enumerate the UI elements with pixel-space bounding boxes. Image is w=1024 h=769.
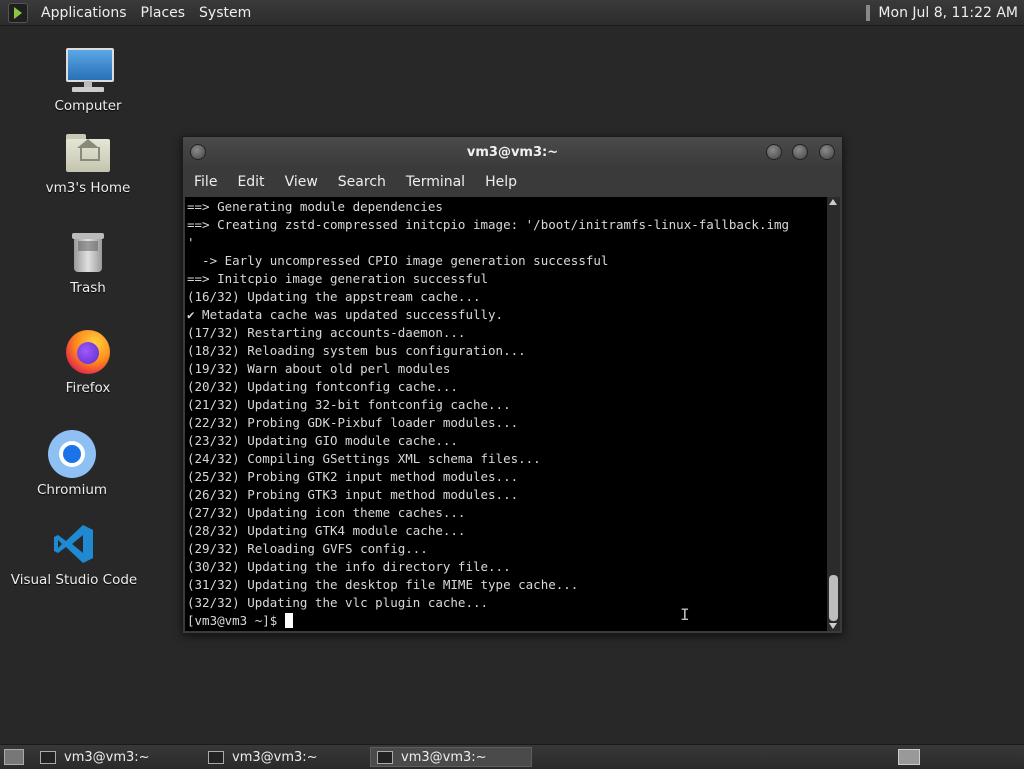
- top-panel: Applications Places System Mon Jul 8, 11…: [0, 0, 1024, 26]
- clock[interactable]: Mon Jul 8, 11:22 AM: [878, 5, 1018, 21]
- terminal-line: ': [187, 235, 195, 250]
- vscode-icon: [50, 520, 98, 568]
- maximize-button[interactable]: [792, 144, 808, 160]
- menu-edit[interactable]: Edit: [227, 174, 274, 190]
- terminal-line: (31/32) Updating the desktop file MIME t…: [187, 577, 579, 592]
- terminal-line: (20/32) Updating fontconfig cache...: [187, 379, 458, 394]
- terminal-line: ✔ Metadata cache was updated successfull…: [187, 307, 504, 322]
- terminal-line: (25/32) Probing GTK2 input method module…: [187, 469, 519, 484]
- bottom-panel: vm3@vm3:~ vm3@vm3:~ vm3@vm3:~: [0, 744, 1024, 769]
- taskbar-item-label: vm3@vm3:~: [232, 749, 318, 765]
- terminal-line: ==> Creating zstd-compressed initcpio im…: [187, 217, 790, 232]
- chromium-icon: [48, 430, 96, 478]
- close-button[interactable]: [819, 144, 835, 160]
- menu-applications[interactable]: Applications: [34, 5, 134, 21]
- terminal-line: (19/32) Warn about old perl modules: [187, 361, 451, 376]
- terminal-line: (32/32) Updating the vlc plugin cache...: [187, 595, 489, 610]
- desktop-icon-label: Firefox: [65, 380, 111, 396]
- desktop-icon-home[interactable]: vm3's Home: [40, 128, 136, 196]
- terminal-line: -> Early uncompressed CPIO image generat…: [187, 253, 609, 268]
- computer-icon: [64, 46, 114, 94]
- terminal-line: (21/32) Updating 32-bit fontconfig cache…: [187, 397, 511, 412]
- desktop-icon-firefox[interactable]: Firefox: [52, 328, 124, 396]
- terminal-line: (24/32) Compiling GSettings XML schema f…: [187, 451, 541, 466]
- taskbar-item-label: vm3@vm3:~: [64, 749, 150, 765]
- menu-terminal[interactable]: Terminal: [396, 174, 475, 190]
- terminal-line: (16/32) Updating the appstream cache...: [187, 289, 481, 304]
- terminal-line: (17/32) Restarting accounts-daemon...: [187, 325, 466, 340]
- desktop-icon-computer[interactable]: Computer: [52, 46, 124, 114]
- home-folder-icon: [64, 128, 112, 176]
- menu-help[interactable]: Help: [475, 174, 527, 190]
- minimize-button[interactable]: [766, 144, 782, 160]
- desktop-icon-label: vm3's Home: [45, 180, 131, 196]
- menu-search[interactable]: Search: [328, 174, 396, 190]
- terminal-line: (23/32) Updating GIO module cache...: [187, 433, 458, 448]
- terminal-prompt: [vm3@vm3 ~]$: [187, 613, 285, 628]
- workspace-switcher[interactable]: [898, 749, 920, 765]
- terminal-scrollbar[interactable]: [827, 197, 840, 631]
- terminal-line: (22/32) Probing GDK-Pixbuf loader module…: [187, 415, 519, 430]
- scroll-up-icon[interactable]: [829, 199, 837, 205]
- show-desktop-button[interactable]: [4, 749, 24, 765]
- panel-separator: [866, 4, 871, 21]
- menu-system[interactable]: System: [192, 5, 258, 21]
- menu-file[interactable]: File: [183, 174, 227, 190]
- window-menu-icon[interactable]: [190, 144, 206, 160]
- desktop-icon-label: Visual Studio Code: [10, 572, 138, 588]
- terminal-window-icon: [40, 750, 56, 764]
- taskbar-item[interactable]: vm3@vm3:~: [34, 747, 196, 767]
- menu-view[interactable]: View: [275, 174, 328, 190]
- terminal-line: (30/32) Updating the info directory file…: [187, 559, 511, 574]
- desktop-icon-label: Trash: [70, 280, 106, 296]
- terminal-line: (27/32) Updating icon theme caches...: [187, 505, 466, 520]
- mouse-ibeam-icon: I: [680, 605, 690, 624]
- desktop-icon-trash[interactable]: Trash: [52, 228, 124, 296]
- terminal-window-icon: [377, 750, 393, 764]
- window-title: vm3@vm3:~: [466, 144, 559, 160]
- desktop-icon-label: Computer: [54, 98, 122, 114]
- terminal-window[interactable]: vm3@vm3:~ File Edit View Search Terminal…: [182, 136, 843, 634]
- terminal-line: ==> Generating module dependencies: [187, 199, 443, 214]
- terminal-cursor: [284, 613, 293, 628]
- taskbar-item[interactable]: vm3@vm3:~: [202, 747, 364, 767]
- scroll-down-icon[interactable]: [829, 623, 837, 629]
- terminal-text: ==> Generating module dependencies ==> C…: [185, 197, 827, 630]
- menu-places[interactable]: Places: [134, 5, 193, 21]
- terminal-line: ==> Initcpio image generation successful: [187, 271, 489, 286]
- taskbar-item-label: vm3@vm3:~: [401, 749, 487, 765]
- top-panel-right: Mon Jul 8, 11:22 AM: [866, 4, 1024, 21]
- terminal-window-icon: [208, 750, 224, 764]
- desktop-icon-label: Chromium: [36, 482, 108, 498]
- firefox-icon: [64, 328, 112, 376]
- desktop-icon-chromium[interactable]: Chromium: [36, 430, 108, 498]
- trash-icon: [64, 228, 112, 276]
- scrollbar-thumb[interactable]: [829, 575, 838, 621]
- terminal-line: (18/32) Reloading system bus configurati…: [187, 343, 526, 358]
- window-titlebar[interactable]: vm3@vm3:~: [183, 137, 842, 167]
- app-menu-logo-icon[interactable]: [8, 2, 28, 23]
- terminal-line: (29/32) Reloading GVFS config...: [187, 541, 428, 556]
- terminal-line: (28/32) Updating GTK4 module cache...: [187, 523, 466, 538]
- desktop-icon-vscode[interactable]: Visual Studio Code: [10, 520, 138, 588]
- taskbar-item-active[interactable]: vm3@vm3:~: [370, 747, 532, 767]
- terminal-menubar: File Edit View Search Terminal Help: [183, 167, 842, 196]
- terminal-line: (26/32) Probing GTK3 input method module…: [187, 487, 519, 502]
- terminal-output[interactable]: ==> Generating module dependencies ==> C…: [185, 197, 827, 631]
